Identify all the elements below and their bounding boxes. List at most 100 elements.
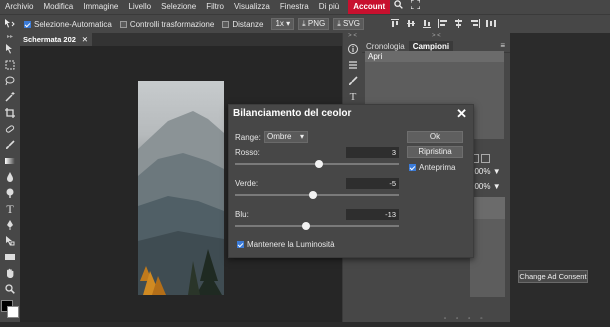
- dodge-tool-icon[interactable]: [0, 185, 20, 201]
- strip-collapse[interactable]: > <: [343, 33, 362, 41]
- tools-panel: ▸▸ T: [0, 33, 20, 322]
- document-tab-bar: Schermata 202 ✕: [20, 33, 342, 46]
- menu-archivio[interactable]: Archivio: [0, 0, 38, 14]
- transform-controls-checkbox[interactable]: [119, 20, 127, 28]
- transform-controls-option[interactable]: Controlli trasformazione: [119, 19, 215, 29]
- menu-immagine[interactable]: Immagine: [78, 0, 123, 14]
- background-color[interactable]: [7, 306, 19, 318]
- shape-tool-icon[interactable]: [0, 249, 20, 265]
- lasso-tool-icon[interactable]: [0, 73, 20, 89]
- move-tool-icon[interactable]: [4, 19, 16, 29]
- range-value: Ombre: [267, 132, 292, 141]
- delete-layer-icon[interactable]: ▫: [480, 316, 482, 322]
- blue-input[interactable]: -13: [346, 209, 399, 220]
- layer-row[interactable]: [470, 197, 505, 219]
- fill-field[interactable]: 100% ▼: [470, 182, 501, 191]
- auto-select-label: Selezione-Automatica: [34, 19, 112, 29]
- chevron-down-icon: ▾: [299, 132, 304, 141]
- canvas-image[interactable]: [138, 81, 224, 295]
- character-icon[interactable]: T: [343, 89, 363, 105]
- brush-tool-icon[interactable]: [0, 137, 20, 153]
- menu-livello[interactable]: Livello: [123, 0, 156, 14]
- menu-finestra[interactable]: Finestra: [275, 0, 314, 14]
- align-middle-icon[interactable]: [406, 19, 416, 30]
- blue-slider-handle[interactable]: [302, 222, 311, 230]
- path-select-icon[interactable]: [0, 233, 20, 249]
- auto-select-option[interactable]: Selezione-Automatica: [24, 20, 112, 29]
- fullscreen-icon[interactable]: [407, 0, 424, 14]
- align-bottom-icon[interactable]: [422, 19, 432, 30]
- layer-mask-icon[interactable]: [481, 154, 490, 163]
- preserve-luminosity-label: Mantenere la Luminosità: [247, 240, 335, 249]
- pen-tool-icon[interactable]: [0, 217, 20, 233]
- transform-controls-label: Controlli trasformazione: [129, 19, 215, 29]
- zoom-tool-icon[interactable]: [0, 281, 20, 297]
- close-icon[interactable]: ✕: [456, 106, 467, 122]
- green-slider[interactable]: [235, 194, 399, 196]
- distances-checkbox[interactable]: [222, 20, 230, 28]
- menu-di-piu[interactable]: Di più: [314, 0, 344, 14]
- toolbar-grip: ▸▸: [6, 34, 14, 40]
- range-select[interactable]: Ombre ▾: [264, 131, 308, 143]
- color-balance-dialog: Bilanciamento del ceolor ✕ Range: Ombre …: [228, 104, 474, 258]
- search-icon[interactable]: [390, 0, 407, 14]
- align-top-icon[interactable]: [390, 18, 400, 30]
- align-right-icon[interactable]: [470, 18, 480, 30]
- crop-tool-icon[interactable]: [0, 105, 20, 121]
- export-png-button[interactable]: ⤓ PNG: [298, 18, 330, 30]
- hand-tool-icon[interactable]: [0, 265, 20, 281]
- brush-settings-icon[interactable]: [343, 73, 363, 89]
- document-tab[interactable]: Schermata 202 ✕: [20, 33, 92, 46]
- align-tools: [390, 18, 496, 30]
- preview-option[interactable]: Anteprima: [409, 163, 455, 172]
- red-label: Rosso:: [235, 148, 260, 157]
- preserve-luminosity-option[interactable]: Mantenere la Luminosità: [237, 240, 335, 249]
- align-center-icon[interactable]: [454, 18, 464, 30]
- export-svg-button[interactable]: ⤓ SVG: [333, 18, 364, 30]
- document-tab-label: Schermata 202: [23, 35, 76, 44]
- blue-label: Blu:: [235, 210, 249, 219]
- green-label: Verde:: [235, 179, 259, 188]
- green-slider-handle[interactable]: [308, 191, 317, 199]
- menu-visualizza[interactable]: Visualizza: [229, 0, 275, 14]
- reset-button[interactable]: Ripristina: [407, 146, 463, 158]
- text-tool-icon[interactable]: T: [0, 201, 20, 217]
- menu-selezione[interactable]: Selezione: [156, 0, 201, 14]
- blur-tool-icon[interactable]: [0, 169, 20, 185]
- move-tool-icon[interactable]: [0, 41, 20, 57]
- history-icon[interactable]: [343, 57, 363, 73]
- options-bar: Selezione-Automatica Controlli trasforma…: [0, 14, 610, 33]
- group-icon[interactable]: ▫: [456, 316, 458, 322]
- menu-filtro[interactable]: Filtro: [201, 0, 229, 14]
- ok-button[interactable]: Ok: [407, 131, 463, 143]
- zoom-value: 1x: [275, 19, 284, 28]
- account-button[interactable]: Account: [348, 0, 391, 14]
- red-input[interactable]: 3: [346, 147, 399, 158]
- preserve-luminosity-checkbox[interactable]: [237, 241, 244, 248]
- auto-select-checkbox[interactable]: [24, 20, 31, 28]
- blue-slider[interactable]: [235, 225, 399, 227]
- new-layer-icon[interactable]: ▫: [444, 316, 446, 322]
- marquee-tool-icon[interactable]: [0, 57, 20, 73]
- red-slider-handle[interactable]: [315, 160, 324, 168]
- color-swatches[interactable]: [0, 297, 20, 327]
- info-icon[interactable]: [343, 41, 363, 57]
- history-item[interactable]: Apri: [365, 51, 504, 62]
- align-left-icon[interactable]: [437, 18, 448, 30]
- distances-label: Distanze: [232, 19, 264, 29]
- gradient-tool-icon[interactable]: [0, 153, 20, 169]
- zoom-select[interactable]: 1x ▾: [271, 18, 295, 30]
- magic-wand-icon[interactable]: [0, 89, 20, 105]
- panel-collapse[interactable]: > <: [362, 33, 510, 41]
- close-tab-icon[interactable]: ✕: [82, 33, 88, 46]
- layers-list: [470, 197, 505, 297]
- distances-option[interactable]: Distanze: [222, 20, 263, 29]
- opacity-field[interactable]: 100% ▼: [470, 167, 501, 176]
- preview-checkbox[interactable]: [409, 164, 416, 171]
- menu-modifica[interactable]: Modifica: [38, 0, 78, 14]
- distribute-icon[interactable]: [485, 19, 496, 30]
- adjust-icon[interactable]: ▫: [468, 316, 470, 322]
- green-input[interactable]: -5: [346, 178, 399, 189]
- change-ad-consent-button[interactable]: Change Ad Consent: [518, 270, 588, 283]
- healing-tool-icon[interactable]: [0, 121, 20, 137]
